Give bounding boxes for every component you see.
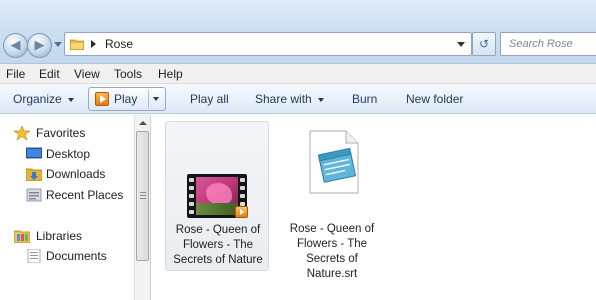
scroll-thumb[interactable] [136,131,149,261]
play-button-label[interactable]: Play [114,92,137,106]
address-history-dropdown-icon[interactable] [457,42,465,47]
back-button[interactable]: ◀ [3,33,28,58]
scroll-up-arrow-icon[interactable] [139,121,147,125]
rose-image [196,177,238,215]
organize-label: Organize [13,92,62,106]
file-name-line: Nature.srt [306,268,358,280]
nav-libraries[interactable]: Libraries [0,226,134,246]
nav-favorites-label: Favorites [36,126,86,140]
downloads-folder-icon [26,168,42,181]
share-with-label: Share with [255,92,312,106]
file-item-srt[interactable]: Rose - Queen of Flowers - The Secrets of… [280,121,384,280]
file-name-line: Rose - Queen of [175,224,261,236]
file-name-video: Rose - Queen of Flowers - The Secrets of… [166,223,270,268]
documents-icon [27,249,41,263]
play-split-divider [148,90,149,108]
organize-button[interactable]: Organize [13,92,74,106]
nav-documents-label: Documents [46,249,107,263]
forward-button[interactable]: ▶ [27,33,52,58]
nav-desktop-label: Desktop [46,147,91,161]
breadcrumb-separator-icon[interactable] [91,40,96,48]
star-icon [14,126,30,140]
notepad-icon [309,130,359,194]
file-list-area: Rose - Queen of Flowers - The Secrets of… [152,115,596,300]
file-name-line: Flowers - The [182,239,254,251]
command-bar: Organize Play Play all Share with Burn N… [0,84,596,114]
nav-downloads-label: Downloads [46,167,106,181]
nav-desktop[interactable]: Desktop [0,144,134,164]
scroll-grip-line [140,192,146,193]
file-name-line: Secrets of Nature [173,254,263,266]
recent-places-icon [26,188,42,202]
address-box[interactable]: Rose [64,32,472,56]
play-dropdown-icon[interactable] [153,97,159,101]
folder-icon [70,39,84,50]
menu-view[interactable]: View [74,67,100,81]
video-thumbnail [187,174,248,218]
organize-dropdown-icon [67,97,74,102]
nav-pane-scrollbar[interactable] [134,115,151,300]
new-folder-button[interactable]: New folder [406,92,463,106]
share-with-button[interactable]: Share with [255,92,324,106]
back-arrow-icon: ◀ [10,37,21,52]
file-name-srt: Rose - Queen of Flowers - The Secrets of… [280,222,384,282]
video-file-icon [187,174,248,218]
play-all-button[interactable]: Play all [190,92,229,106]
recent-pages-dropdown-icon[interactable] [54,42,62,47]
play-icon [95,92,109,106]
file-name-line: Secrets of [306,253,358,265]
share-with-dropdown-icon [317,97,324,102]
menu-bar: File Edit View Tools Help [0,64,596,84]
address-bar-area: ◀ ▶ Rose ↺ [0,0,596,64]
refresh-button[interactable]: ↺ [472,32,496,56]
search-input[interactable] [509,34,595,54]
file-name-line: Rose - Queen of [289,223,375,235]
desktop-icon [26,147,42,159]
refresh-icon: ↺ [478,37,490,51]
nav-downloads[interactable]: Downloads [0,164,134,184]
scroll-grip-line [140,195,146,196]
menu-tools[interactable]: Tools [114,67,142,81]
scroll-grip-line [140,198,146,199]
burn-button[interactable]: Burn [352,92,377,106]
breadcrumb-item-rose[interactable]: Rose [105,37,133,51]
nav-recent-places[interactable]: Recent Places [0,185,134,205]
menu-file[interactable]: File [6,67,25,81]
play-split-button[interactable]: Play [88,87,166,111]
navigation-pane: Favorites Desktop Downloads Recent Place… [0,115,151,300]
forward-arrow-icon: ▶ [34,37,45,52]
nav-favorites[interactable]: Favorites [0,123,134,143]
search-box[interactable] [500,32,596,56]
menu-edit[interactable]: Edit [39,67,60,81]
libraries-icon [14,230,30,243]
menu-help[interactable]: Help [158,67,183,81]
nav-documents[interactable]: Documents [0,246,134,266]
nav-recent-places-label: Recent Places [46,188,124,202]
nav-libraries-label: Libraries [36,229,83,243]
file-item-video[interactable]: Rose - Queen of Flowers - The Secrets of… [165,121,269,271]
file-name-line: Flowers - The [296,238,368,250]
media-player-badge-icon [235,206,248,218]
